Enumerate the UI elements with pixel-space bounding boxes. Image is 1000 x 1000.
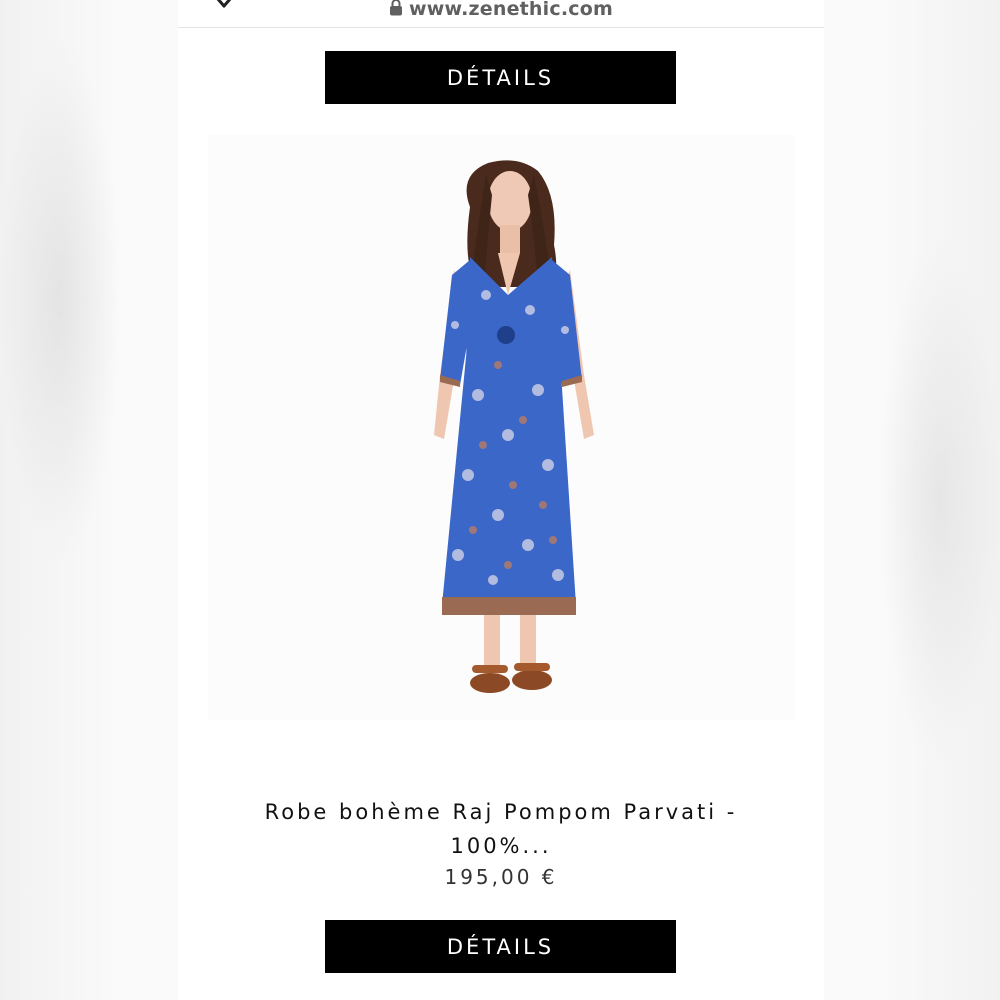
url-display[interactable]: www.zenethic.com	[178, 0, 824, 21]
details-button[interactable]: DÉTAILS	[325, 51, 676, 104]
product-title[interactable]: Robe bohème Raj Pompom Parvati - 100%...	[218, 795, 784, 863]
address-bar: www.zenethic.com	[178, 0, 824, 28]
details-button[interactable]: DÉTAILS	[325, 920, 676, 973]
url-text: www.zenethic.com	[409, 0, 613, 20]
lock-icon	[389, 0, 403, 21]
product-price: 195,00 €	[444, 865, 558, 889]
product-image[interactable]	[208, 135, 794, 720]
browser-viewport: www.zenethic.com DÉTAILS Robe bohème Raj…	[178, 0, 824, 1000]
